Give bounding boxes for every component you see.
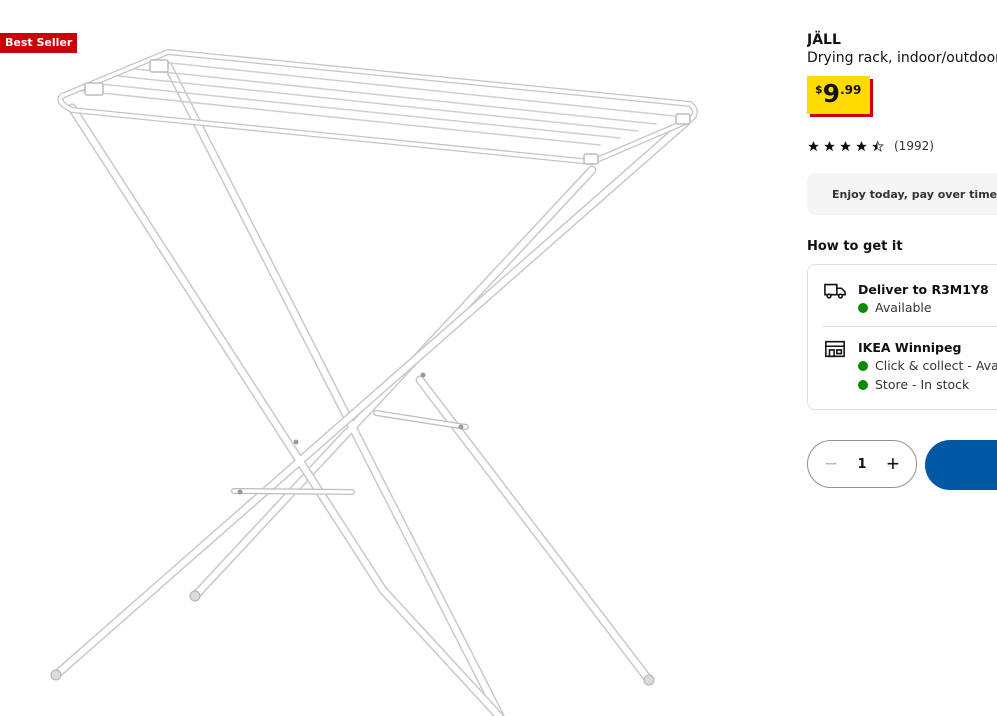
- price-box: $ 9 .99: [807, 76, 870, 114]
- best-seller-badge: Best Seller: [0, 33, 78, 53]
- delivery-status-text: Available: [875, 300, 932, 315]
- price-integer: 9: [822, 79, 841, 108]
- half-star-icon: [872, 140, 884, 152]
- product-description: Drying rack, indoor/outdoor,: [807, 50, 997, 66]
- delivery-status: Available: [858, 300, 932, 315]
- star-icon: [856, 140, 867, 151]
- click-collect-status: Click & collect - Availa: [858, 358, 997, 373]
- truck-icon: [824, 283, 846, 299]
- quantity-value[interactable]: 1: [857, 457, 866, 472]
- status-dot: [858, 360, 868, 371]
- star-icon: [840, 140, 851, 151]
- availability-card: Deliver to R3M1Y8 Available IKEA Winnipe…: [807, 264, 997, 410]
- rating-summary[interactable]: (1992): [807, 139, 934, 153]
- price-currency: $: [815, 83, 823, 96]
- store-stock-status: Store - In stock: [858, 377, 969, 392]
- store-icon: [825, 340, 845, 358]
- financing-banner[interactable]: Enjoy today, pay over time w: [807, 173, 997, 215]
- status-dot: [858, 379, 868, 390]
- product-image[interactable]: [0, 0, 790, 716]
- decrease-quantity-button[interactable]: −: [822, 453, 840, 475]
- rating-count: (1992): [894, 139, 934, 153]
- status-dot: [858, 302, 868, 313]
- store-stock-text: Store - In stock: [875, 377, 970, 392]
- click-collect-text: Click & collect - Availa: [875, 358, 997, 373]
- price-tag: $ 9 .99: [807, 76, 873, 117]
- financing-text: Enjoy today, pay over time w: [832, 187, 997, 201]
- product-name[interactable]: JÄLL: [807, 32, 841, 48]
- price-decimal: .99: [840, 83, 862, 97]
- delivery-title: Deliver to R3M1Y8: [858, 282, 989, 297]
- star-icon: [824, 140, 835, 151]
- add-to-bag-button[interactable]: [925, 440, 997, 490]
- product-info-panel: JÄLL Drying rack, indoor/outdoor, $ 9 .9…: [807, 0, 997, 716]
- product-gallery[interactable]: Best Seller: [0, 0, 790, 716]
- increase-quantity-button[interactable]: +: [884, 453, 902, 475]
- how-to-get-title: How to get it: [807, 239, 903, 254]
- rating-stars: [807, 140, 884, 153]
- star-icon: [808, 140, 819, 151]
- quantity-stepper[interactable]: − 1 +: [807, 440, 917, 488]
- store-option[interactable]: IKEA Winnipeg Click & collect - Availa S…: [808, 327, 997, 411]
- store-title: IKEA Winnipeg: [858, 340, 962, 355]
- delivery-option[interactable]: Deliver to R3M1Y8 Available: [808, 265, 997, 326]
